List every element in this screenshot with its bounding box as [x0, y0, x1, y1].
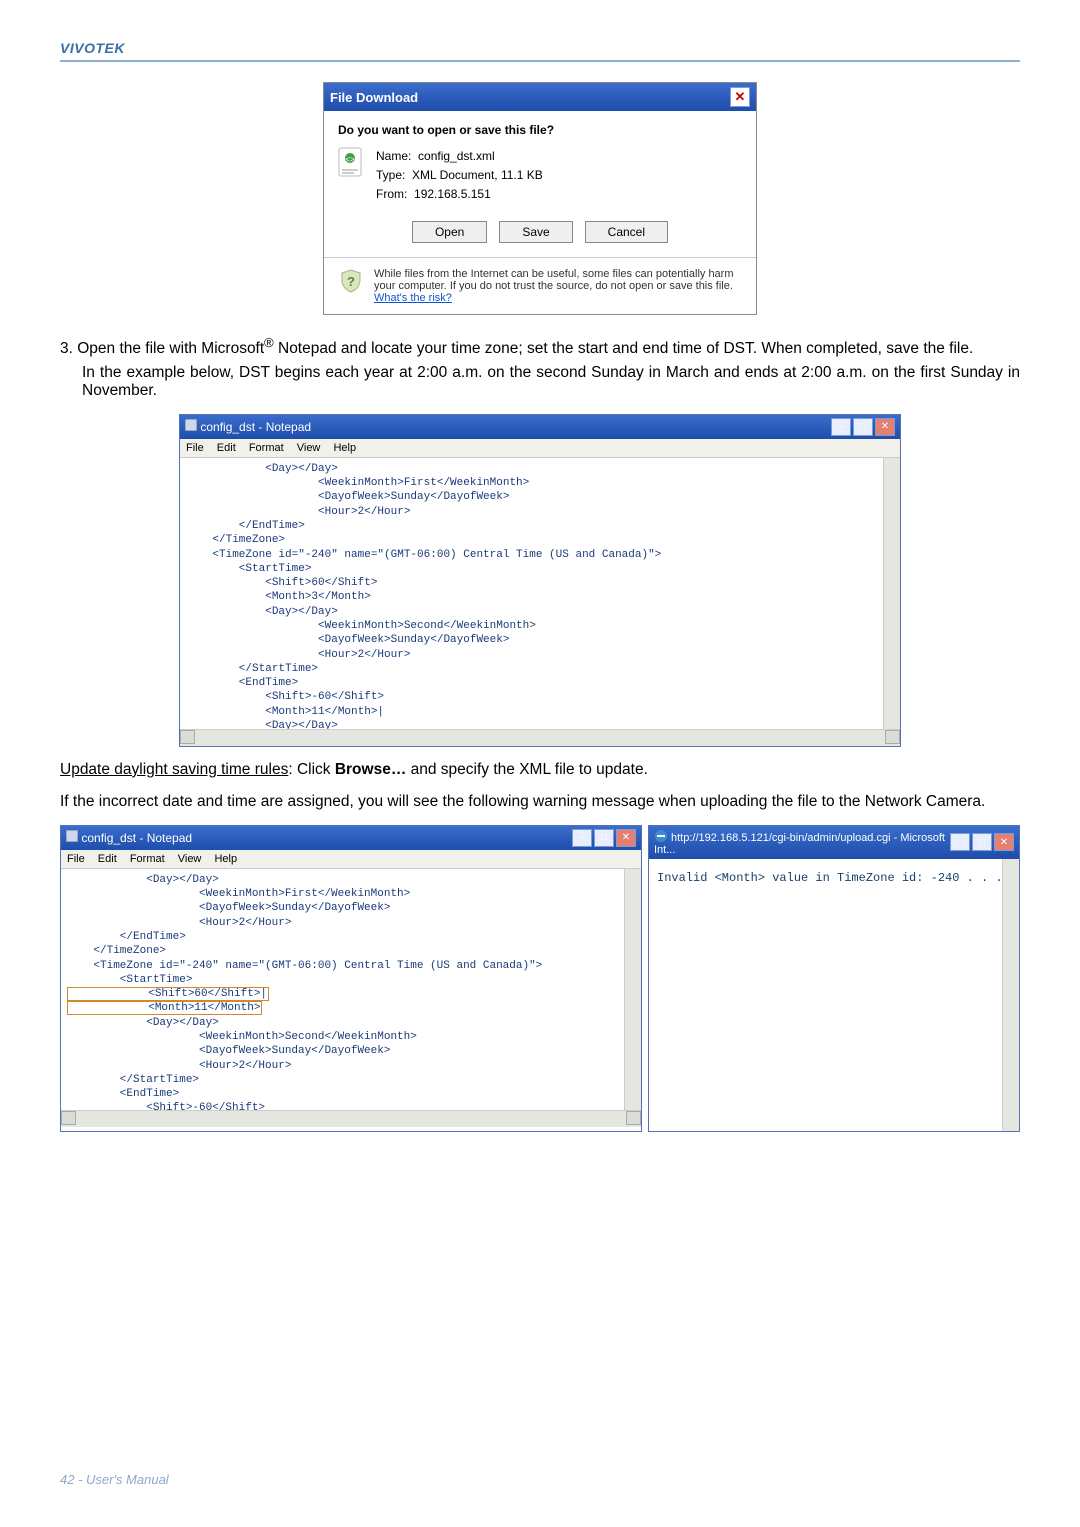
menu-view[interactable]: View: [178, 853, 202, 865]
file-name: config_dst.xml: [418, 149, 495, 163]
close-icon[interactable]: ✕: [616, 829, 636, 847]
svg-text:?: ?: [347, 274, 355, 289]
notepad-icon: [66, 830, 78, 842]
update-rules-line: Update daylight saving time rules: Click…: [60, 761, 1020, 779]
highlighted-line-1: <Shift>60</Shift>|: [67, 987, 269, 1001]
ie-icon: [654, 829, 668, 843]
brand-header: VIVOTEK: [60, 40, 1020, 56]
notepad-window-2: config_dst - Notepad – □ ✕ File Edit For…: [60, 825, 642, 1132]
menu-format[interactable]: Format: [249, 442, 284, 454]
close-icon[interactable]: ✕: [994, 833, 1014, 851]
risk-link[interactable]: What's the risk?: [374, 292, 452, 304]
menu-file[interactable]: File: [67, 853, 85, 865]
notepad-title-2: config_dst - Notepad: [81, 831, 192, 845]
page-footer: 42 - User's Manual: [60, 1472, 169, 1487]
minimize-icon[interactable]: –: [950, 833, 970, 851]
notepad-content-1[interactable]: <Day></Day> <WeekinMonth>First</WeekinMo…: [180, 458, 900, 746]
dialog-title: File Download: [330, 90, 418, 105]
menu-file[interactable]: File: [186, 442, 204, 454]
maximize-icon[interactable]: □: [972, 833, 992, 851]
save-button[interactable]: Save: [499, 221, 572, 243]
close-icon[interactable]: ✕: [730, 87, 750, 107]
menu-help[interactable]: Help: [333, 442, 356, 454]
ie-window-title: http://192.168.5.121/cgi-bin/admin/uploa…: [654, 832, 945, 856]
maximize-icon[interactable]: □: [853, 418, 873, 436]
dialog-question: Do you want to open or save this file?: [338, 123, 742, 137]
file-from: 192.168.5.151: [414, 187, 491, 201]
scrollbar-vertical[interactable]: [1002, 859, 1019, 1131]
xml-file-icon: <>: [338, 147, 366, 179]
scrollbar-horizontal[interactable]: [61, 1110, 641, 1127]
file-download-dialog: File Download ✕ Do you want to open or s…: [323, 82, 757, 315]
scrollbar-vertical[interactable]: [624, 869, 641, 1111]
name-label: Name:: [376, 149, 411, 163]
close-icon[interactable]: ✕: [875, 418, 895, 436]
notepad-window-1: config_dst - Notepad – □ ✕ File Edit For…: [179, 414, 901, 747]
type-label: Type:: [376, 168, 405, 182]
menu-view[interactable]: View: [297, 442, 321, 454]
minimize-icon[interactable]: –: [572, 829, 592, 847]
from-label: From:: [376, 187, 407, 201]
scrollbar-vertical[interactable]: [883, 458, 900, 730]
menu-format[interactable]: Format: [130, 853, 165, 865]
maximize-icon[interactable]: □: [594, 829, 614, 847]
shield-question-icon: ?: [338, 268, 364, 294]
menu-edit[interactable]: Edit: [98, 853, 117, 865]
notepad-content-2[interactable]: <Day></Day> <WeekinMonth>First</WeekinMo…: [61, 869, 641, 1127]
step-3-text: 3. Open the file with Microsoft® Notepad…: [60, 335, 1020, 400]
highlighted-line-2: <Month>11</Month>: [67, 1001, 262, 1015]
ie-error-window: http://192.168.5.121/cgi-bin/admin/uploa…: [648, 825, 1020, 1132]
notepad-icon: [185, 419, 197, 431]
scrollbar-horizontal[interactable]: [180, 729, 900, 746]
notepad-title-1: config_dst - Notepad: [200, 420, 311, 434]
menu-help[interactable]: Help: [214, 853, 237, 865]
header-divider: [60, 60, 1020, 62]
svg-text:<>: <>: [345, 155, 355, 164]
menu-edit[interactable]: Edit: [217, 442, 236, 454]
open-button[interactable]: Open: [412, 221, 487, 243]
file-type: XML Document, 11.1 KB: [412, 168, 543, 182]
minimize-icon[interactable]: –: [831, 418, 851, 436]
cancel-button[interactable]: Cancel: [585, 221, 668, 243]
warning-paragraph: If the incorrect date and time are assig…: [60, 793, 1020, 811]
warning-text: While files from the Internet can be use…: [374, 268, 734, 292]
ie-error-message: Invalid <Month> value in TimeZone id: -2…: [657, 871, 1003, 885]
